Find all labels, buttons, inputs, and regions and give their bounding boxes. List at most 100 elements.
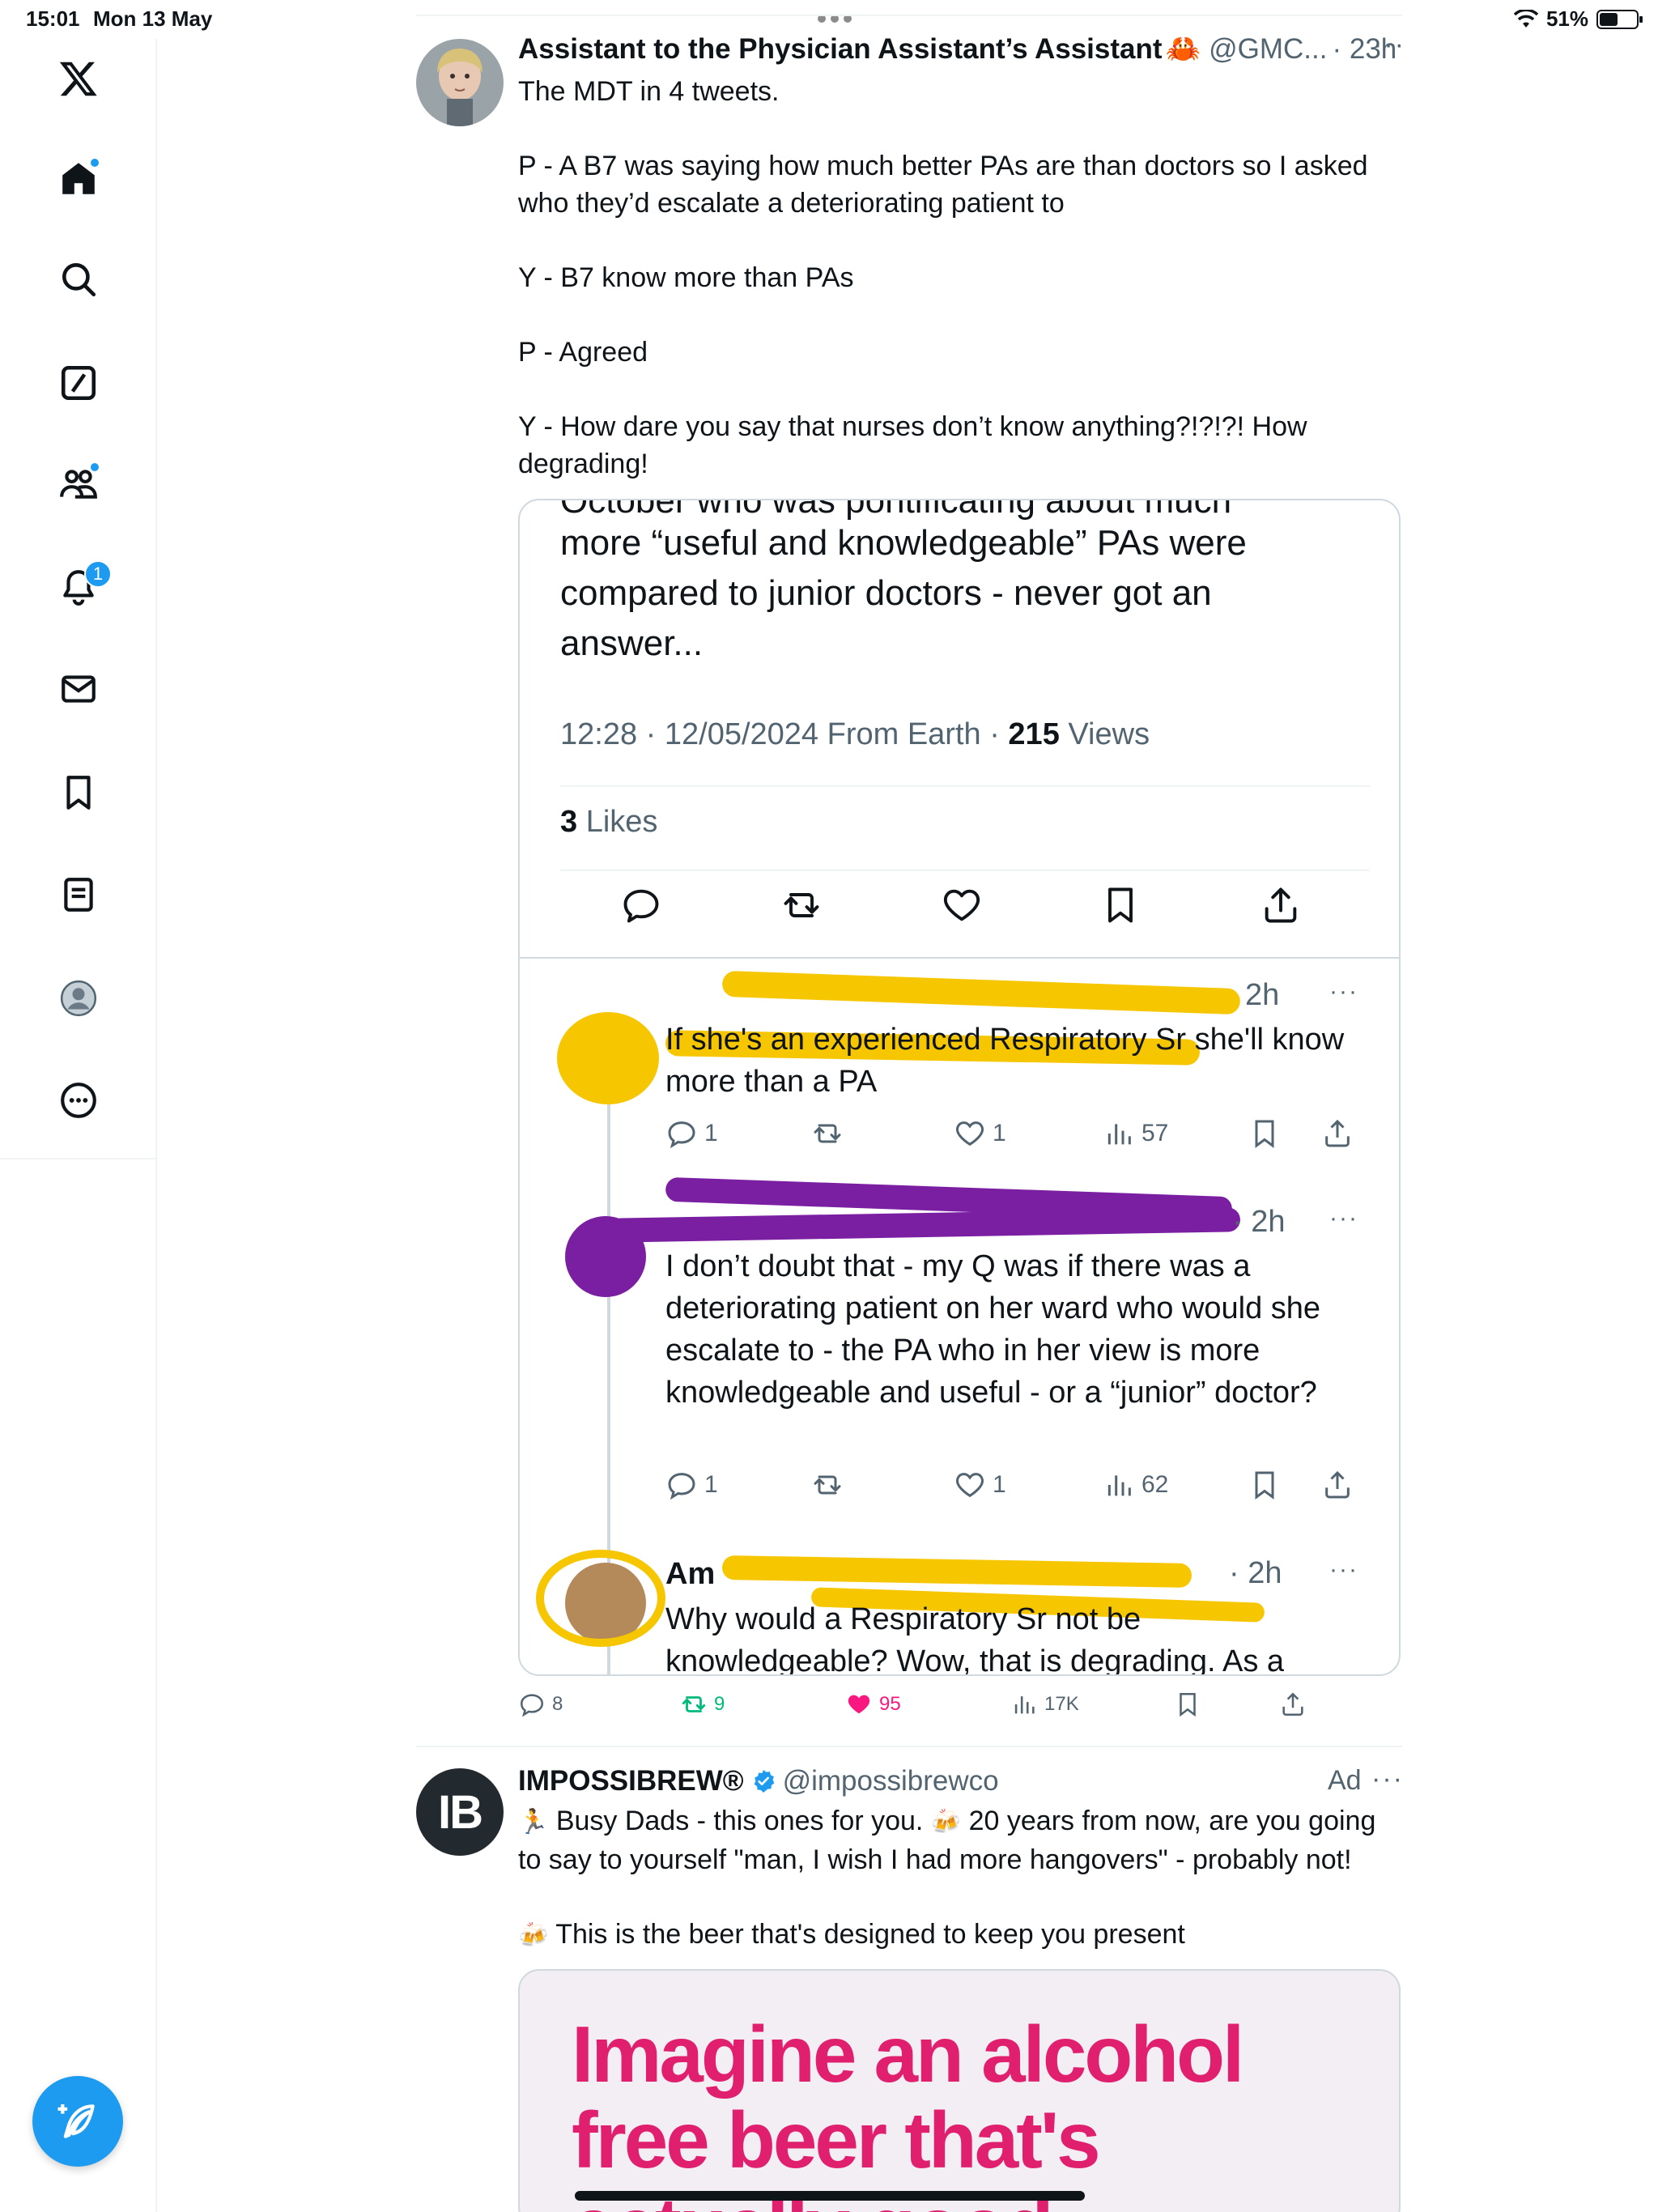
screenshot-likes-count: 3 (560, 805, 578, 839)
ad-text: This is the beer that's designed to keep… (555, 1919, 1185, 1950)
bookmarks-icon[interactable] (50, 764, 107, 821)
reply-like-count: 1 (993, 1471, 1006, 1498)
reply-repost (811, 1117, 844, 1150)
tweet-line (518, 371, 1392, 408)
reply-reply-count: 1 (704, 1120, 718, 1146)
reply-views-count: 57 (1141, 1120, 1169, 1146)
communities-icon[interactable] (50, 455, 107, 512)
more-icon[interactable] (50, 1072, 107, 1129)
share-icon (1325, 1470, 1350, 1499)
tweet-header: Assistant to the Physician Assistant’s A… (518, 32, 1397, 66)
screenshot-content: October who was pontificating about much… (520, 500, 1399, 1676)
tweet-line: P - Agreed (518, 337, 648, 368)
ad-text: Busy Dads - this ones for you. (555, 1806, 924, 1836)
profile-icon[interactable] (50, 970, 107, 1027)
reply-views: 62 (1103, 1469, 1168, 1501)
views-count: 17K (1044, 1693, 1079, 1715)
ad-headline: Imagine an alcohol free beer that's actu… (572, 2011, 1244, 2212)
battery-level (1600, 12, 1618, 26)
attached-image[interactable]: October who was pontificating about much… (518, 499, 1401, 1676)
home-unread-dot (89, 157, 100, 168)
reply-time: · 2h (1232, 1205, 1286, 1239)
sidebar: 1 (0, 39, 157, 2212)
status-date: Mon 13 May (93, 6, 213, 31)
home-indicator[interactable] (575, 2191, 1085, 2201)
advertiser-avatar[interactable]: IB (416, 1768, 504, 1856)
screenshot-actions (520, 881, 1399, 938)
reply-time: · 2h (1229, 1556, 1282, 1590)
repost-icon (814, 1475, 841, 1495)
lists-icon[interactable] (50, 866, 107, 923)
repost-icon (814, 1124, 841, 1143)
like-icon (956, 1473, 984, 1498)
author-handle[interactable]: @GMC... (1209, 33, 1327, 66)
beer-emoji: 🍻 (518, 1922, 549, 1949)
reply-actions: 1 1 57 (665, 1117, 1378, 1158)
wifi-icon (1513, 9, 1538, 28)
reply-time: 2h (1245, 978, 1280, 1012)
like-button[interactable]: 95 (845, 1691, 901, 1718)
reply-icon (668, 1121, 695, 1149)
tweet-body: The MDT in 4 tweets. P - A B7 was saying… (518, 73, 1392, 483)
compose-icon (57, 2104, 95, 2138)
share-icon (1256, 881, 1305, 929)
x-logo-icon[interactable] (50, 50, 107, 107)
reply-icon (668, 1473, 695, 1500)
advertiser-handle[interactable]: @impossibrewco (783, 1765, 999, 1797)
notifications-badge: 1 (84, 560, 112, 588)
tweet-line (518, 110, 1392, 147)
status-time: 15:01 (26, 6, 80, 31)
tweet-line (518, 296, 1392, 334)
compose-button[interactable] (32, 2076, 123, 2167)
ad-more-icon[interactable]: ··· (1371, 1763, 1404, 1795)
screenshot-views-label: Views (1059, 717, 1150, 751)
bookmark-icon (1096, 881, 1145, 929)
bookmark-icon (1180, 1692, 1196, 1717)
tweet-line (518, 222, 1392, 259)
like-count: 95 (879, 1693, 901, 1715)
share-icon (1282, 1692, 1303, 1716)
ad-headline-line: free beer that's (572, 2095, 1101, 2184)
tweet-more-icon[interactable]: ··· (1373, 29, 1405, 61)
screenshot-text: more “useful and knowledgeable” PAs were… (560, 523, 1247, 663)
repost-button[interactable]: 9 (680, 1691, 725, 1718)
advertiser-name[interactable]: IMPOSSIBREW® (518, 1765, 744, 1797)
ad-media-card[interactable]: Imagine an alcohol free beer that's actu… (518, 1969, 1401, 2212)
battery-percent: 51% (1545, 6, 1588, 31)
share-button[interactable] (1279, 1691, 1307, 1718)
views-icon (1107, 1124, 1131, 1145)
bookmark-button[interactable] (1174, 1691, 1201, 1718)
views-button[interactable]: 17K (1010, 1691, 1079, 1718)
ad-line: 🍻 This is the beer that's designed to ke… (518, 1916, 1392, 1955)
scribble-redaction (557, 1012, 659, 1104)
reply-text: If she's an experienced Respiratory Sr s… (665, 1023, 1345, 1099)
tweet-line: The MDT in 4 tweets. (518, 76, 780, 107)
home-icon[interactable] (50, 151, 107, 207)
crab-emoji: 🦀 (1165, 33, 1201, 65)
notifications-icon[interactable]: 1 (50, 559, 112, 615)
screenshot-views-count: 215 (1008, 717, 1060, 751)
bookmark-icon (1255, 1120, 1274, 1148)
messages-icon[interactable] (50, 661, 107, 717)
reply-like: 1 (954, 1117, 1006, 1150)
bookmark-icon (1255, 1471, 1274, 1499)
divider (560, 785, 1370, 787)
scribble-redaction (536, 1550, 665, 1647)
reply-icon (520, 1694, 544, 1717)
reply-count: 8 (552, 1693, 563, 1715)
reply-reply-count: 1 (704, 1471, 718, 1498)
tweet-author-avatar[interactable] (416, 39, 504, 126)
repost-count: 9 (714, 1693, 725, 1715)
reply-bookmark (1248, 1117, 1281, 1150)
screenshot-timestamp: 12:28 · 12/05/2024 From Earth · (560, 717, 1009, 751)
author-name[interactable]: Assistant to the Physician Assistant’s A… (518, 33, 1163, 66)
reply-text: Why would a Respiratory Sr not be knowle… (665, 1602, 1285, 1676)
reply-views: 57 (1103, 1117, 1168, 1150)
search-icon[interactable] (50, 251, 107, 308)
ad-line: 🏃 Busy Dads - this ones for you. 🍻 20 ye… (518, 1802, 1392, 1878)
like-icon (848, 1695, 870, 1714)
reply-button[interactable]: 8 (518, 1691, 563, 1718)
grok-icon[interactable] (50, 355, 107, 411)
runner-emoji: 🏃 (518, 1809, 549, 1836)
views-icon (1014, 1696, 1035, 1714)
